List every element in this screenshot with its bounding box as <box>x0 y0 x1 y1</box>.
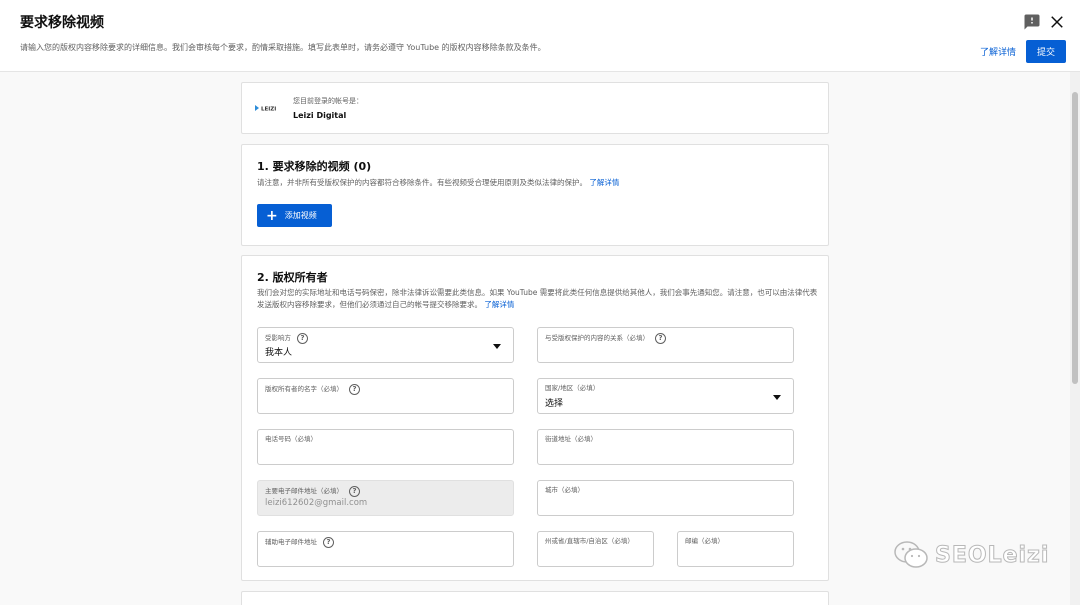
dialog-header: 要求移除视频 请输入您的版权内容移除要求的详细信息。我们会审核每个要求，酌情采取… <box>0 0 1080 72</box>
primary-email-field: 主要电子邮件地址（必填）? leizi612602@gmail.com <box>257 480 514 516</box>
affected-party-select[interactable]: 受影响方? 我本人 <box>257 327 514 363</box>
learn-more-link[interactable]: 了解详情 <box>980 45 1016 58</box>
close-icon[interactable] <box>1048 13 1066 31</box>
secondary-email-field[interactable]: 辅助电子邮件地址? <box>257 531 514 567</box>
help-icon[interactable]: ? <box>297 333 308 344</box>
watermark-text: SEOLeizi <box>934 542 1050 568</box>
help-icon[interactable]: ? <box>655 333 666 344</box>
street-label: 街道地址（必填） <box>545 435 597 443</box>
owner-section: 2. 版权所有者 我们会对您的实际地址和电话号码保密，除非法律诉讼需要此类信息。… <box>241 255 829 581</box>
street-field[interactable]: 街道地址（必填） <box>537 429 794 465</box>
country-value: 选择 <box>545 399 564 409</box>
owner-learn-more-link[interactable]: 了解详情 <box>484 300 514 309</box>
videos-learn-more-link[interactable]: 了解详情 <box>589 178 619 187</box>
help-icon[interactable]: ? <box>349 486 360 497</box>
plus-icon: + <box>266 207 278 224</box>
zip-field[interactable]: 邮编（必填） <box>677 531 794 567</box>
wechat-icon <box>894 541 928 568</box>
affected-party-label: 受影响方 <box>265 334 291 342</box>
dropdown-arrow-icon <box>773 395 781 400</box>
videos-section: 1. 要求移除的视频 (0) 请注意，并非所有受版权保护的内容都符合移除条件。有… <box>241 144 829 246</box>
help-icon[interactable]: ? <box>349 384 360 395</box>
country-label: 国家/地区（必填） <box>545 384 600 392</box>
phone-label: 电话号码（必填） <box>265 435 317 443</box>
dropdown-arrow-icon <box>493 344 501 349</box>
owner-section-desc: 我们会对您的实际地址和电话号码保密，除非法律诉讼需要此类信息。如果 YouTub… <box>257 287 819 311</box>
primary-email-label: 主要电子邮件地址（必填） <box>265 487 343 495</box>
add-video-label: 添加视频 <box>284 211 317 220</box>
account-logo: LEIZI <box>254 103 284 113</box>
scrollbar-thumb[interactable] <box>1072 92 1078 384</box>
phone-field[interactable]: 电话号码（必填） <box>257 429 514 465</box>
primary-email-value: leizi612602@gmail.com <box>265 498 368 508</box>
city-label: 城市（必填） <box>545 486 584 494</box>
videos-section-desc: 请注意，并非所有受版权保护的内容都符合移除条件。有些视频受合理使用原则及类似法律… <box>257 177 619 189</box>
watermark: SEOLeizi <box>893 540 1049 570</box>
owner-section-desc-text: 我们会对您的实际地址和电话号码保密，除非法律诉讼需要此类信息。如果 YouTub… <box>257 288 818 309</box>
account-caption: 您目前登录的帐号是： <box>293 97 363 105</box>
account-name: Leizi Digital <box>293 111 347 120</box>
affected-party-value: 我本人 <box>265 348 293 358</box>
account-logo-text: LEIZI <box>261 107 276 113</box>
country-select[interactable]: 国家/地区（必填） 选择 <box>537 378 794 414</box>
page-subtitle: 请输入您的版权内容移除要求的详细信息。我们会审核每个要求，酌情采取措施。填写此表… <box>20 43 546 52</box>
state-field[interactable]: 州或省/直辖市/自治区（必填） <box>537 531 654 567</box>
next-section-card <box>241 591 829 605</box>
videos-section-desc-text: 请注意，并非所有受版权保护的内容都符合移除条件。有些视频受合理使用原则及类似法律… <box>257 178 587 187</box>
owner-name-label: 版权所有者的名字（必填） <box>265 385 343 393</box>
submit-button[interactable]: 提交 <box>1026 40 1066 63</box>
zip-label: 邮编（必填） <box>685 537 724 545</box>
videos-section-title: 1. 要求移除的视频 (0) <box>257 160 372 173</box>
secondary-email-label: 辅助电子邮件地址 <box>265 538 317 546</box>
city-field[interactable]: 城市（必填） <box>537 480 794 516</box>
owner-name-field[interactable]: 版权所有者的名字（必填）? <box>257 378 514 414</box>
owner-section-title: 2. 版权所有者 <box>257 271 328 284</box>
account-card: LEIZI 您目前登录的帐号是： Leizi Digital <box>241 82 829 134</box>
add-video-button[interactable]: + 添加视频 <box>257 204 332 227</box>
state-label: 州或省/直辖市/自治区（必填） <box>545 537 634 545</box>
feedback-icon[interactable] <box>1023 13 1041 31</box>
relationship-field[interactable]: 与受版权保护的内容的关系（必填）? <box>537 327 794 363</box>
help-icon[interactable]: ? <box>323 537 334 548</box>
relationship-label: 与受版权保护的内容的关系（必填） <box>545 334 649 342</box>
page-title: 要求移除视频 <box>20 15 104 31</box>
